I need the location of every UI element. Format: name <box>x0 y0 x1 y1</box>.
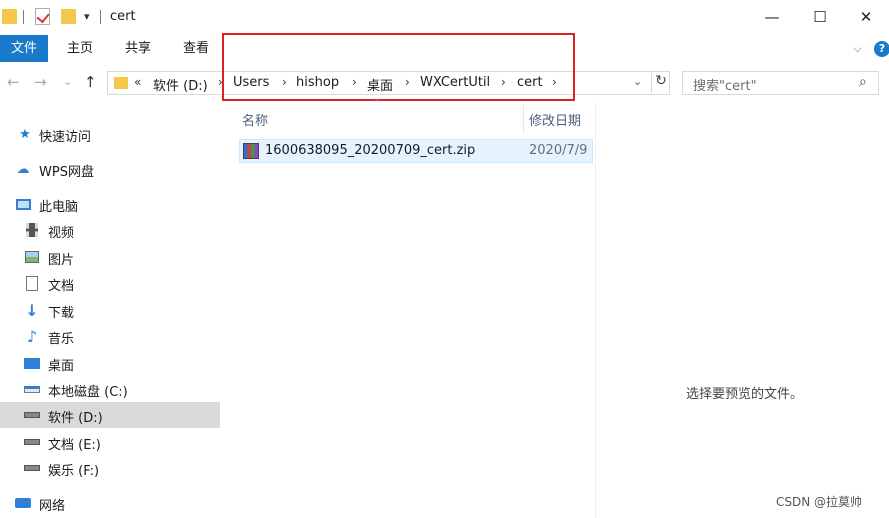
refresh-button[interactable]: ↻ <box>651 73 670 93</box>
desktop-icon <box>24 355 40 371</box>
separator <box>100 10 101 24</box>
sidebar-item-label: WPS网盘 <box>39 165 94 180</box>
sidebar-item-label: 图片 <box>48 253 75 268</box>
music-icon: ♪ <box>26 326 38 346</box>
drive-icon <box>24 434 40 450</box>
sidebar-item-desktop[interactable]: 桌面 <box>0 350 220 376</box>
sidebar-item-label: 视频 <box>48 226 75 241</box>
sidebar-item-label: 本地磁盘 (C:) <box>48 385 128 400</box>
tab-file[interactable]: 文件 <box>0 35 48 62</box>
breadcrumb-separator[interactable]: › <box>552 75 557 89</box>
search-placeholder: 搜索"cert" <box>693 79 757 94</box>
address-bar-row: ← → ⌄ ↑ « 软件 (D:) › Users › hishop › 桌面 … <box>0 67 889 99</box>
address-dropdown-icon[interactable]: ⌄ <box>633 75 642 88</box>
help-icon[interactable]: ? <box>874 41 889 57</box>
address-box[interactable]: « 软件 (D:) › Users › hishop › 桌面 › WXCert… <box>107 71 670 95</box>
window-title: cert <box>110 9 136 24</box>
video-icon <box>24 222 40 238</box>
breadcrumb-users[interactable]: Users <box>233 75 269 90</box>
sidebar-item-label: 文档 <box>48 279 75 294</box>
sidebar-item-pictures[interactable]: 图片 <box>0 244 220 270</box>
breadcrumb-separator[interactable]: › <box>352 75 357 89</box>
sidebar-item-music[interactable]: ♪ 音乐 <box>0 323 220 349</box>
folder-icon <box>114 77 128 89</box>
computer-icon <box>15 196 31 212</box>
network-icon <box>15 495 31 511</box>
forward-button[interactable]: → <box>34 73 47 91</box>
preview-pane-divider[interactable] <box>595 103 596 518</box>
sidebar-item-label: 下载 <box>48 306 75 321</box>
sidebar-item-this-pc[interactable]: 此电脑 <box>0 191 220 217</box>
breadcrumb-overflow[interactable]: « <box>134 75 141 89</box>
sidebar-item-label: 文档 (E:) <box>48 438 101 453</box>
sidebar-item-label: 快速访问 <box>39 130 92 145</box>
ribbon-expand-icon[interactable]: ⌵ <box>853 41 862 56</box>
sidebar-item-label: 此电脑 <box>39 200 79 215</box>
file-name: 1600638095_20200709_cert.zip <box>265 143 476 158</box>
sidebar-item-documents[interactable]: 文档 <box>0 270 220 296</box>
file-row[interactable]: 1600638095_20200709_cert.zip 2020/7/9 <box>239 139 593 163</box>
sidebar-item-network[interactable]: 网络 <box>0 490 220 516</box>
sidebar-item-label: 网络 <box>39 499 66 514</box>
preview-pane-message: 选择要预览的文件。 <box>686 387 804 402</box>
sort-indicator-icon: ^ <box>373 98 382 109</box>
sidebar-item-quick-access[interactable]: ★ 快速访问 <box>0 121 220 147</box>
tab-share[interactable]: 共享 <box>114 35 162 62</box>
column-header-modified[interactable]: 修改日期 <box>529 110 593 140</box>
minimize-button[interactable]: — <box>749 0 795 34</box>
up-button[interactable]: ↑ <box>84 73 97 91</box>
breadcrumb-desktop[interactable]: 桌面 <box>367 75 393 94</box>
document-icon <box>24 275 40 291</box>
breadcrumb-separator[interactable]: › <box>282 75 287 89</box>
sidebar-item-wps-cloud[interactable]: ☁ WPS网盘 <box>0 156 220 182</box>
quick-access-dropdown[interactable]: ▾ <box>84 10 90 23</box>
maximize-button[interactable]: ☐ <box>797 0 843 34</box>
search-input[interactable]: 搜索"cert" ⌕ <box>682 71 879 95</box>
breadcrumb-cert[interactable]: cert <box>517 75 543 90</box>
watermark: CSDN @拉莫帅 <box>776 495 863 509</box>
sidebar-item-videos[interactable]: 视频 <box>0 217 220 243</box>
breadcrumb-hishop[interactable]: hishop <box>296 75 339 90</box>
tab-view[interactable]: 查看 <box>172 35 220 62</box>
file-modified-date: 2020/7/9 <box>529 143 588 158</box>
tab-home[interactable]: 主页 <box>56 35 104 62</box>
back-button[interactable]: ← <box>7 73 20 91</box>
sidebar-item-drive-c[interactable]: 本地磁盘 (C:) <box>0 376 220 402</box>
breadcrumb-separator[interactable]: › <box>405 75 410 89</box>
breadcrumb-wxcertutil[interactable]: WXCertUtil <box>420 75 490 90</box>
sidebar-item-label: 音乐 <box>48 332 75 347</box>
column-header-name[interactable]: 名称 <box>242 110 522 140</box>
sidebar-item-drive-d[interactable]: 软件 (D:) <box>0 402 220 428</box>
drive-icon <box>24 460 40 476</box>
sidebar-item-drive-f[interactable]: 娱乐 (F:) <box>0 455 220 481</box>
cloud-icon: ☁ <box>16 161 30 177</box>
close-button[interactable]: ✕ <box>843 0 889 34</box>
recent-locations-button[interactable]: ⌄ <box>63 75 72 88</box>
drive-icon <box>24 381 40 397</box>
title-bar: ▾ cert — ☐ ✕ <box>0 0 889 34</box>
navigation-pane: ★ 快速访问 ☁ WPS网盘 此电脑 视频 图片 文档 ↓ 下载 ♪ 音乐 桌面… <box>0 113 220 518</box>
separator <box>23 10 24 24</box>
ribbon-tabs: 文件 主页 共享 查看 ⌵ ? <box>0 35 889 63</box>
drive-icon <box>24 407 40 423</box>
sidebar-item-label: 娱乐 (F:) <box>48 464 100 479</box>
new-folder-icon[interactable] <box>61 9 76 24</box>
zip-icon <box>243 143 259 159</box>
star-icon: ★ <box>19 126 31 142</box>
picture-icon <box>24 249 40 265</box>
sidebar-item-downloads[interactable]: ↓ 下载 <box>0 297 220 323</box>
sidebar-item-label: 桌面 <box>48 359 75 374</box>
folder-icon <box>2 9 17 24</box>
sidebar-item-label: 软件 (D:) <box>48 411 103 426</box>
breadcrumb-drive-d[interactable]: 软件 (D:) <box>153 75 208 94</box>
column-divider[interactable] <box>523 105 524 133</box>
breadcrumb-separator[interactable]: › <box>501 75 506 89</box>
search-icon[interactable]: ⌕ <box>859 74 867 90</box>
download-icon: ↓ <box>25 300 39 320</box>
sidebar-item-drive-e[interactable]: 文档 (E:) <box>0 429 220 455</box>
properties-icon[interactable] <box>35 8 50 25</box>
breadcrumb-separator[interactable]: › <box>218 75 223 89</box>
